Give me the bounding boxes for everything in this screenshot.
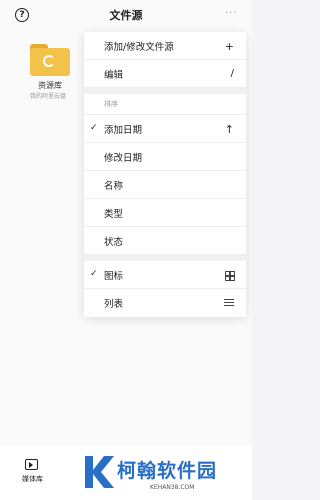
grid-icon <box>225 271 235 281</box>
sync-icon <box>43 55 55 67</box>
menu-item-label: 编辑 <box>104 69 124 81</box>
menu-item-label: 列表 <box>104 299 124 310</box>
menu-item-edit[interactable]: 编辑 / <box>84 60 246 88</box>
menu-item-label: 添加日期 <box>104 124 143 136</box>
menu-item-sort-add-date[interactable]: ✓ 添加日期 ↑ <box>84 115 246 143</box>
list-icon <box>224 299 234 307</box>
menu-item-label: 修改日期 <box>104 152 143 164</box>
menu-item-sort-status[interactable]: 状态 <box>84 227 246 255</box>
media-library-icon[interactable] <box>25 459 38 470</box>
tab-media-library[interactable]: 媒体库 <box>22 474 43 484</box>
watermark-text: 柯翰软件园 <box>117 460 218 482</box>
pencil-icon: / <box>230 68 234 79</box>
check-icon: ✓ <box>90 123 98 133</box>
watermark-logo <box>85 456 114 488</box>
menu-item-view-list[interactable]: 列表 <box>84 289 246 317</box>
menu-item-label: 图标 <box>104 270 124 282</box>
arrow-up-icon: ↑ <box>224 123 234 136</box>
page-title: 文件源 <box>109 9 143 22</box>
menu-item-sort-modify-date[interactable]: 修改日期 <box>84 143 246 171</box>
menu-item-sort-name[interactable]: 名称 <box>84 171 246 199</box>
folder-name[interactable]: 资源库 <box>38 80 62 91</box>
menu-item-add-edit-source[interactable]: 添加/修改文件源 + <box>84 32 246 60</box>
app-screen: ? 文件源 ··· 资源库 我的阿里云盘 添加/修改文件源 + 编辑 / 排序 … <box>0 0 252 500</box>
folder-icon[interactable] <box>30 44 70 76</box>
menu-item-label: 类型 <box>104 208 124 220</box>
folder-subtitle: 我的阿里云盘 <box>30 93 67 100</box>
menu-item-view-icons[interactable]: ✓ 图标 <box>84 261 246 289</box>
plus-icon: + <box>224 40 234 53</box>
header: ? 文件源 ··· <box>0 0 252 30</box>
more-icon[interactable]: ··· <box>225 8 238 19</box>
menu-item-label: 名称 <box>104 180 124 192</box>
menu-item-sort-type[interactable]: 类型 <box>84 199 246 227</box>
options-menu: 添加/修改文件源 + 编辑 / 排序 ✓ 添加日期 ↑ 修改日期 名称 类型 状… <box>84 32 246 317</box>
sort-section-label: 排序 <box>84 94 246 115</box>
menu-item-label: 添加/修改文件源 <box>104 41 174 53</box>
check-icon: ✓ <box>90 269 98 279</box>
watermark-url: KEHAN38.COM <box>150 484 195 491</box>
menu-item-label: 状态 <box>104 236 124 248</box>
